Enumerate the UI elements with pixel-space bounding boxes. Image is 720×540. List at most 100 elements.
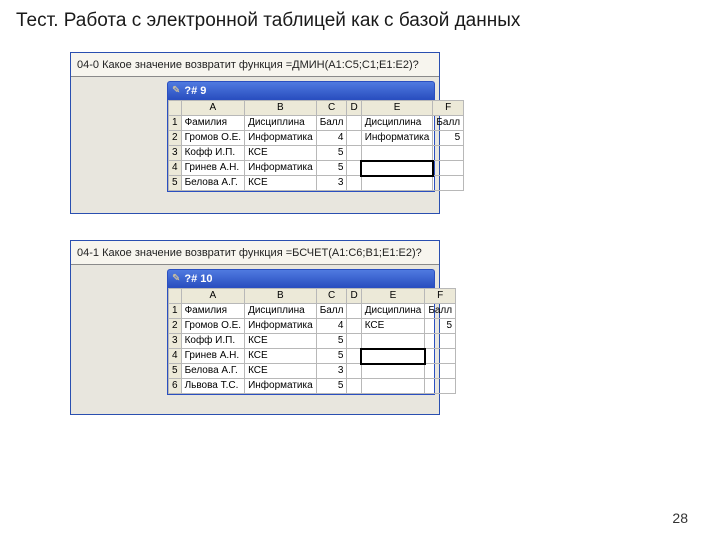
cell-D6[interactable]	[347, 379, 361, 394]
cell-A5[interactable]: Белова А.Г.	[181, 176, 245, 191]
cell-A3[interactable]: Кофф И.П.	[181, 146, 245, 161]
pencil-icon: ✎	[172, 86, 180, 96]
question-text: 04-0 Какое значение возвратит функция =Д…	[71, 53, 439, 77]
cell-D3[interactable]	[347, 334, 361, 349]
window-titlebar: ✎ ?# 10	[167, 269, 435, 287]
question-text: 04-1 Какое значение возвратит функция =Б…	[71, 241, 439, 265]
cell-A3[interactable]: Кофф И.П.	[181, 334, 245, 349]
cell-D2[interactable]	[347, 319, 361, 334]
cell-D3[interactable]	[347, 146, 361, 161]
cell-D1[interactable]	[347, 304, 361, 319]
cell-B1[interactable]: Дисциплина	[245, 304, 317, 319]
row-header[interactable]: 3	[169, 334, 182, 349]
cell-E4[interactable]	[361, 161, 433, 176]
cell-B4[interactable]: Информатика	[245, 161, 317, 176]
cell-C3[interactable]: 5	[316, 146, 347, 161]
cell-A2[interactable]: Громов О.Е.	[181, 131, 245, 146]
cell-F6[interactable]	[425, 379, 456, 394]
cell-B2[interactable]: Информатика	[245, 131, 317, 146]
table-row: 2Громов О.Е.Информатика4Информатика5	[169, 131, 464, 146]
cell-C4[interactable]: 5	[316, 161, 347, 176]
cell-D5[interactable]	[347, 176, 361, 191]
col-header-D[interactable]: D	[347, 101, 361, 116]
cell-E1[interactable]: Дисциплина	[361, 304, 425, 319]
cell-C1[interactable]: Балл	[316, 116, 347, 131]
cell-E1[interactable]: Дисциплина	[361, 116, 433, 131]
cell-C2[interactable]: 4	[316, 319, 347, 334]
cell-C5[interactable]: 3	[316, 176, 347, 191]
cell-C4[interactable]: 5	[316, 349, 347, 364]
col-header-E[interactable]: E	[361, 101, 433, 116]
cell-B1[interactable]: Дисциплина	[245, 116, 317, 131]
row-header[interactable]: 3	[169, 146, 182, 161]
cell-A4[interactable]: Гринев А.Н.	[181, 349, 245, 364]
col-header-B[interactable]: B	[245, 289, 317, 304]
cell-F5[interactable]	[433, 176, 464, 191]
col-header-A[interactable]: A	[181, 289, 245, 304]
cell-B2[interactable]: Информатика	[245, 319, 317, 334]
cell-B3[interactable]: КСЕ	[245, 146, 317, 161]
cell-B5[interactable]: КСЕ	[245, 364, 317, 379]
table-row: 5Белова А.Г.КСЕ3	[169, 364, 456, 379]
cell-A5[interactable]: Белова А.Г.	[181, 364, 245, 379]
cell-B5[interactable]: КСЕ	[245, 176, 317, 191]
cell-D4[interactable]	[347, 349, 361, 364]
cell-D1[interactable]	[347, 116, 361, 131]
cell-B4[interactable]: КСЕ	[245, 349, 317, 364]
table-row: 1ФамилияДисциплинаБаллДисциплинаБалл	[169, 116, 464, 131]
col-header-F[interactable]: F	[433, 101, 464, 116]
cell-E4[interactable]	[361, 349, 425, 364]
col-header-B[interactable]: B	[245, 101, 317, 116]
row-header[interactable]: 5	[169, 176, 182, 191]
col-header-C[interactable]: C	[316, 289, 347, 304]
cell-F4[interactable]	[425, 349, 456, 364]
row-header[interactable]: 4	[169, 349, 182, 364]
cell-A1[interactable]: Фамилия	[181, 304, 245, 319]
cell-F4[interactable]	[433, 161, 464, 176]
cell-F2[interactable]: 5	[433, 131, 464, 146]
window-titlebar: ✎ ?# 9	[167, 81, 435, 99]
cell-F3[interactable]	[433, 146, 464, 161]
cell-C2[interactable]: 4	[316, 131, 347, 146]
cell-A2[interactable]: Громов О.Е.	[181, 319, 245, 334]
row-header[interactable]: 6	[169, 379, 182, 394]
cell-E2[interactable]: Информатика	[361, 131, 433, 146]
cell-E6[interactable]	[361, 379, 425, 394]
cell-C6[interactable]: 5	[316, 379, 347, 394]
cell-F1[interactable]: Балл	[433, 116, 464, 131]
row-header[interactable]: 2	[169, 319, 182, 334]
table-row: 4Гринев А.Н.Информатика5	[169, 161, 464, 176]
cell-D5[interactable]	[347, 364, 361, 379]
cell-F2[interactable]: 5	[425, 319, 456, 334]
cell-B3[interactable]: КСЕ	[245, 334, 317, 349]
cell-E2[interactable]: КСЕ	[361, 319, 425, 334]
row-header[interactable]: 1	[169, 304, 182, 319]
cell-F1[interactable]: Балл	[425, 304, 456, 319]
cell-E3[interactable]	[361, 146, 433, 161]
spreadsheet-window-1: ✎ ?# 9 ABCDEF1ФамилияДисциплинаБаллДисци…	[167, 81, 435, 192]
cell-A1[interactable]: Фамилия	[181, 116, 245, 131]
cell-D4[interactable]	[347, 161, 361, 176]
col-header-A[interactable]: A	[181, 101, 245, 116]
cell-A4[interactable]: Гринев А.Н.	[181, 161, 245, 176]
cell-A6[interactable]: Львова Т.С.	[181, 379, 245, 394]
col-header-F[interactable]: F	[425, 289, 456, 304]
cell-F3[interactable]	[425, 334, 456, 349]
cell-F5[interactable]	[425, 364, 456, 379]
window-title-text: ?# 10	[184, 273, 212, 285]
cell-D2[interactable]	[347, 131, 361, 146]
cell-E5[interactable]	[361, 364, 425, 379]
cell-E3[interactable]	[361, 334, 425, 349]
row-header[interactable]: 2	[169, 131, 182, 146]
cell-C1[interactable]: Балл	[316, 304, 347, 319]
col-header-E[interactable]: E	[361, 289, 425, 304]
cell-B6[interactable]: Информатика	[245, 379, 317, 394]
col-header-D[interactable]: D	[347, 289, 361, 304]
row-header[interactable]: 4	[169, 161, 182, 176]
cell-C3[interactable]: 5	[316, 334, 347, 349]
col-header-C[interactable]: C	[316, 101, 347, 116]
row-header[interactable]: 1	[169, 116, 182, 131]
cell-E5[interactable]	[361, 176, 433, 191]
cell-C5[interactable]: 3	[316, 364, 347, 379]
row-header[interactable]: 5	[169, 364, 182, 379]
